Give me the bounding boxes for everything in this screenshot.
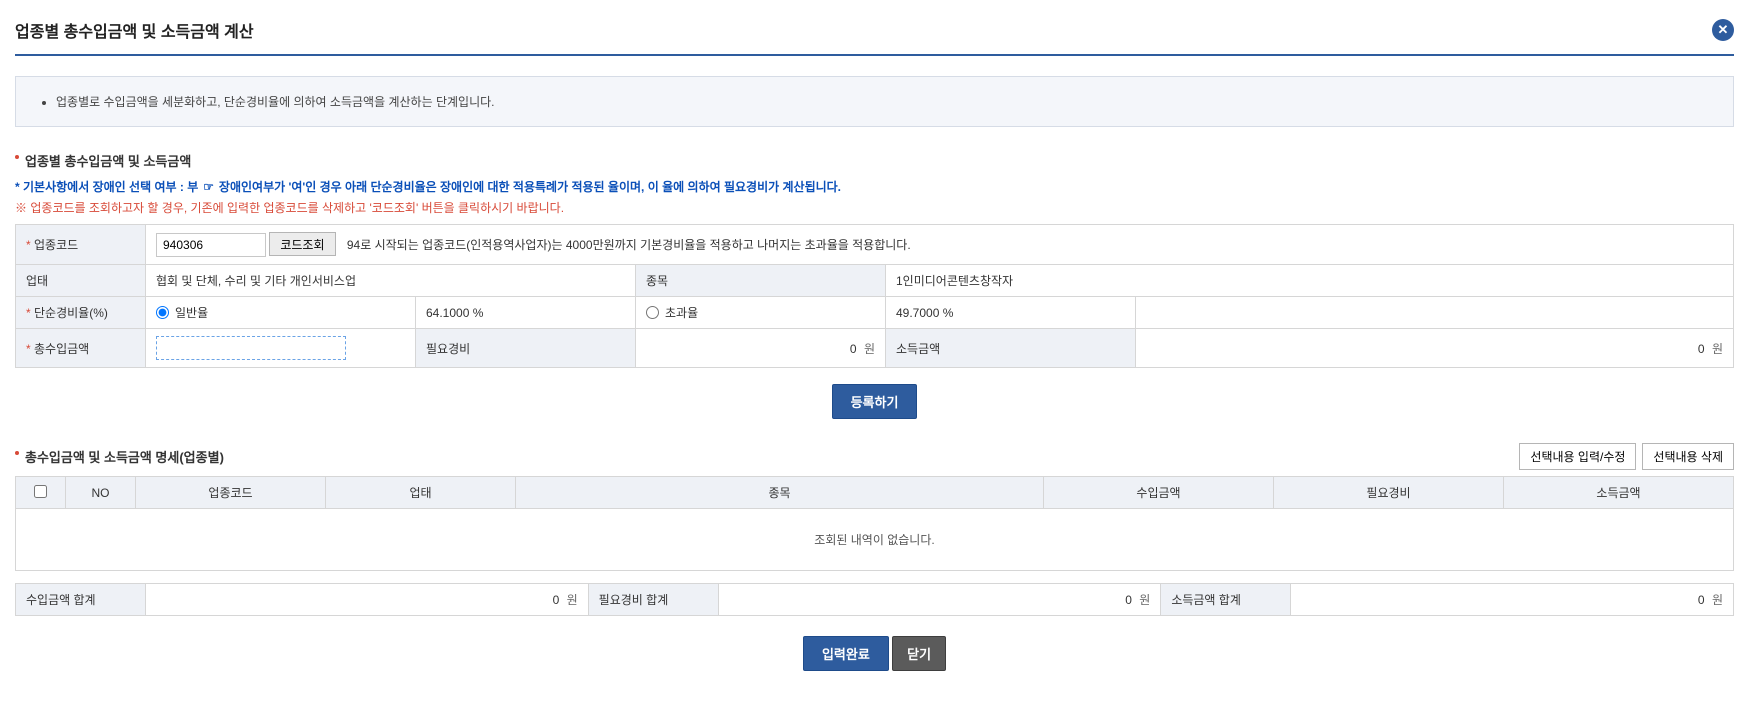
total-unit-2: 원 [1139,593,1150,607]
complete-button[interactable]: 입력완료 [803,636,889,671]
grid-col-profit: 소득금액 [1504,477,1734,509]
unit-won-2: 원 [1712,342,1723,356]
profit-value: 0 [1698,342,1705,356]
rate-general-value: 64.1000 % [416,297,636,329]
code-desc: 94로 시작되는 업종코드(인적용역사업자)는 4000만원까지 기본경비율을 … [347,238,911,252]
uptae-value: 협회 및 단체, 수리 및 기타 개인서비스업 [146,265,636,297]
rate-general-radio[interactable]: 일반율 [156,304,405,321]
code-lookup-button[interactable]: 코드조회 [269,232,335,256]
section2-title: 총수입금액 및 소득금액 명세(업종별) [15,447,224,466]
jongmok-label: 종목 [636,265,886,297]
close-button[interactable]: 닫기 [892,636,946,671]
code-label: 업종코드 [16,225,146,265]
grid-col-no: NO [66,477,136,509]
note-disabled: * 기본사항에서 장애인 선택 여부 : 부 ☞ 장애인여부가 '여'인 경우 … [15,178,1734,195]
grid-empty-row: 조회된 내역이 없습니다. [16,509,1734,571]
note2-text: 업종코드를 조회하고자 할 경우, 기존에 입력한 업종코드를 삭제하고 '코드… [30,201,564,215]
register-button[interactable]: 등록하기 [832,384,918,419]
rate-general-input[interactable] [156,306,169,319]
total-expense-label: 필요경비 합계 [588,584,718,616]
info-text: 업종별로 수입금액을 세분화하고, 단순경비율에 의하여 소득금액을 계산하는 … [56,93,1713,110]
pointer-icon: ☞ [202,180,216,194]
rate-over-radio[interactable]: 초과율 [646,304,875,321]
total-profit-value: 0 [1698,593,1705,607]
grid-check-all[interactable] [34,485,47,498]
expense-label: 필요경비 [416,329,636,368]
total-unit-3: 원 [1712,593,1723,607]
code-input[interactable] [156,233,266,257]
total-income-value: 0 [553,593,560,607]
modal-title: 업종별 총수입금액 및 소득금액 계산 [15,18,254,42]
note-code-lookup: ※ 업종코드를 조회하고자 할 경우, 기존에 입력한 업종코드를 삭제하고 '… [15,199,1734,216]
uptae-label: 업태 [16,265,146,297]
rate-general-label: 일반율 [175,304,208,321]
modal-header: 업종별 총수입금액 및 소득금액 계산 ✕ [15,10,1734,56]
form-table: 업종코드 코드조회 94로 시작되는 업종코드(인적용역사업자)는 4000만원… [15,224,1734,368]
total-income-label: 수입금액 합계 [16,584,146,616]
totals-table: 수입금액 합계 0 원 필요경비 합계 0 원 소득금액 합계 0 원 [15,583,1734,616]
total-unit-1: 원 [567,593,578,607]
total-profit-label: 소득금액 합계 [1161,584,1291,616]
profit-label: 소득금액 [886,329,1136,368]
grid-col-expense: 필요경비 [1274,477,1504,509]
income-input[interactable] [156,336,346,360]
grid-col-code: 업종코드 [136,477,326,509]
total-expense-value: 0 [1125,593,1132,607]
rate-label: 단순경비율(%) [16,297,146,329]
note1-text: 장애인여부가 '여'인 경우 아래 단순경비율은 장애인에 대한 적용특례가 적… [219,180,841,194]
section1-title: 업종별 총수입금액 및 소득금액 [15,151,1734,170]
rate-over-value: 49.7000 % [886,297,1136,329]
close-icon[interactable]: ✕ [1712,19,1734,41]
grid-col-income: 수입금액 [1044,477,1274,509]
rate-over-input[interactable] [646,306,659,319]
note2-prefix: ※ [15,201,27,215]
grid-col-jongmok: 종목 [516,477,1044,509]
note1-prefix: * 기본사항에서 장애인 선택 여부 : 부 [15,180,198,194]
unit-won: 원 [864,342,875,356]
income-label: 총수입금액 [16,329,146,368]
delete-selection-button[interactable]: 선택내용 삭제 [1642,443,1734,470]
jongmok-value: 1인미디어콘텐츠창작자 [886,265,1734,297]
info-box: 업종별로 수입금액을 세분화하고, 단순경비율에 의하여 소득금액을 계산하는 … [15,76,1734,127]
grid-empty-text: 조회된 내역이 없습니다. [16,509,1734,571]
detail-grid: NO 업종코드 업태 종목 수입금액 필요경비 소득금액 조회된 내역이 없습니… [15,476,1734,571]
rate-over-label: 초과율 [665,304,698,321]
edit-selection-button[interactable]: 선택내용 입력/수정 [1519,443,1636,470]
grid-col-uptae: 업태 [326,477,516,509]
expense-value: 0 [850,342,857,356]
